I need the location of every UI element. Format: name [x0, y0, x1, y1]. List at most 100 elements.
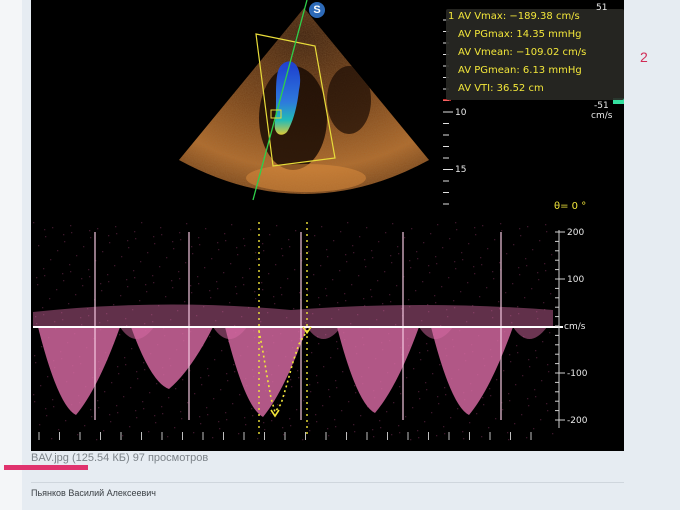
spectral-noise [469, 422, 471, 424]
spectral-noise [180, 411, 182, 413]
spectral-noise [37, 284, 39, 286]
spectral-noise [399, 432, 401, 434]
spectral-noise [118, 373, 120, 375]
spectral-noise [64, 241, 66, 243]
diastolic-envelope [307, 327, 341, 339]
spectral-noise [436, 435, 438, 437]
spectral-noise [179, 278, 181, 280]
spectral-noise [345, 254, 347, 256]
spectral-noise [462, 259, 464, 261]
spectral-noise [515, 384, 517, 386]
spectral-noise [191, 246, 193, 248]
spectral-noise [328, 389, 330, 391]
spectral-noise [322, 405, 324, 407]
spectral-noise [412, 407, 414, 409]
spectral-noise [516, 345, 518, 347]
spectral-noise [104, 391, 106, 393]
spectral-noise [184, 301, 186, 303]
spectral-noise [152, 275, 154, 277]
spectral-noise [509, 354, 511, 356]
spectral-noise [268, 273, 270, 275]
spectral-noise [526, 437, 528, 439]
spectral-noise [123, 396, 125, 398]
spectral-noise [75, 294, 77, 296]
spectral-noise [122, 435, 124, 437]
spectral-noise [417, 430, 419, 432]
spectral-noise [539, 240, 541, 242]
attachment-link[interactable]: BAV.jpg [31, 452, 69, 464]
spectral-noise [125, 364, 127, 366]
spectral-noise [198, 283, 200, 285]
spectral-noise [371, 250, 373, 252]
spectral-noise [204, 267, 206, 269]
spectral-noise [147, 252, 149, 254]
spectral-noise [167, 436, 169, 438]
spectral-noise [126, 279, 128, 281]
spectral-noise [542, 341, 544, 343]
spectral-noise [145, 284, 147, 286]
spectral-noise [502, 409, 504, 411]
spectral-noise [423, 242, 425, 244]
spectral-noise [282, 255, 284, 257]
spectral-noise [467, 282, 469, 284]
spectral-noise [377, 280, 379, 282]
spectral-noise [116, 405, 118, 407]
spectral-noise [548, 371, 550, 373]
spectral-noise [392, 223, 394, 225]
spectral-noise [216, 281, 218, 283]
spectral-noise [159, 266, 161, 268]
spectral-noise [498, 301, 500, 303]
spectral-noise [271, 420, 273, 422]
spectral-noise [70, 225, 72, 227]
spectral-noise [209, 290, 211, 292]
spectral-noise [525, 258, 527, 260]
spectral-noise [527, 226, 529, 228]
color-scale-unit: cm/s [591, 111, 613, 121]
spectral-noise [110, 421, 112, 423]
spectral-noise [510, 361, 512, 363]
spectral-noise [512, 283, 514, 285]
spectral-noise [426, 389, 428, 391]
spectral-noise [517, 352, 519, 354]
spectral-noise [165, 296, 167, 298]
spectral-noise [89, 230, 91, 232]
spectral-noise [441, 286, 443, 288]
spectral-noise [336, 341, 338, 343]
spectral-noise [341, 410, 343, 412]
spectral-noise [191, 292, 193, 294]
spectral-noise [84, 425, 86, 427]
spectral-noise [486, 287, 488, 289]
spectral-noise [117, 366, 119, 368]
spectral-doppler [33, 222, 565, 441]
spectral-noise [230, 263, 232, 265]
depth-label-15: 15 [455, 165, 467, 175]
spectral-noise [456, 229, 458, 231]
page-number: 2 [640, 49, 648, 65]
spectral-noise [91, 416, 93, 418]
spectral-noise [450, 417, 452, 419]
spectral-noise [317, 382, 319, 384]
spectral-noise [36, 277, 38, 279]
spectral-noise [274, 303, 276, 305]
spectral-noise [508, 439, 510, 441]
spectral-noise [528, 405, 530, 407]
spectral-noise [355, 392, 357, 394]
spectral-noise [249, 268, 251, 270]
spectral-noise [277, 404, 279, 406]
spectral-noise [116, 233, 118, 235]
spectral-noise [519, 228, 521, 230]
attachment-meta: (125.54 КБ) 97 просмотров [68, 452, 209, 464]
spectral-noise [337, 348, 339, 350]
spectral-noise [463, 438, 465, 440]
spectral-noise [263, 422, 265, 424]
spectral-noise [363, 298, 365, 300]
ultrasound-image[interactable]: S 1 AV Vmax: −189.38 cm/s AV PGmax: 14.3… [31, 0, 624, 451]
spectral-noise [234, 371, 236, 373]
spectral-noise [524, 297, 526, 299]
spectral-noise [178, 271, 180, 273]
spectral-noise [489, 388, 491, 390]
velocity-label-200: 200 [567, 228, 585, 238]
spectral-noise [50, 259, 52, 261]
spectral-noise [345, 300, 347, 302]
spectral-noise [373, 436, 375, 438]
